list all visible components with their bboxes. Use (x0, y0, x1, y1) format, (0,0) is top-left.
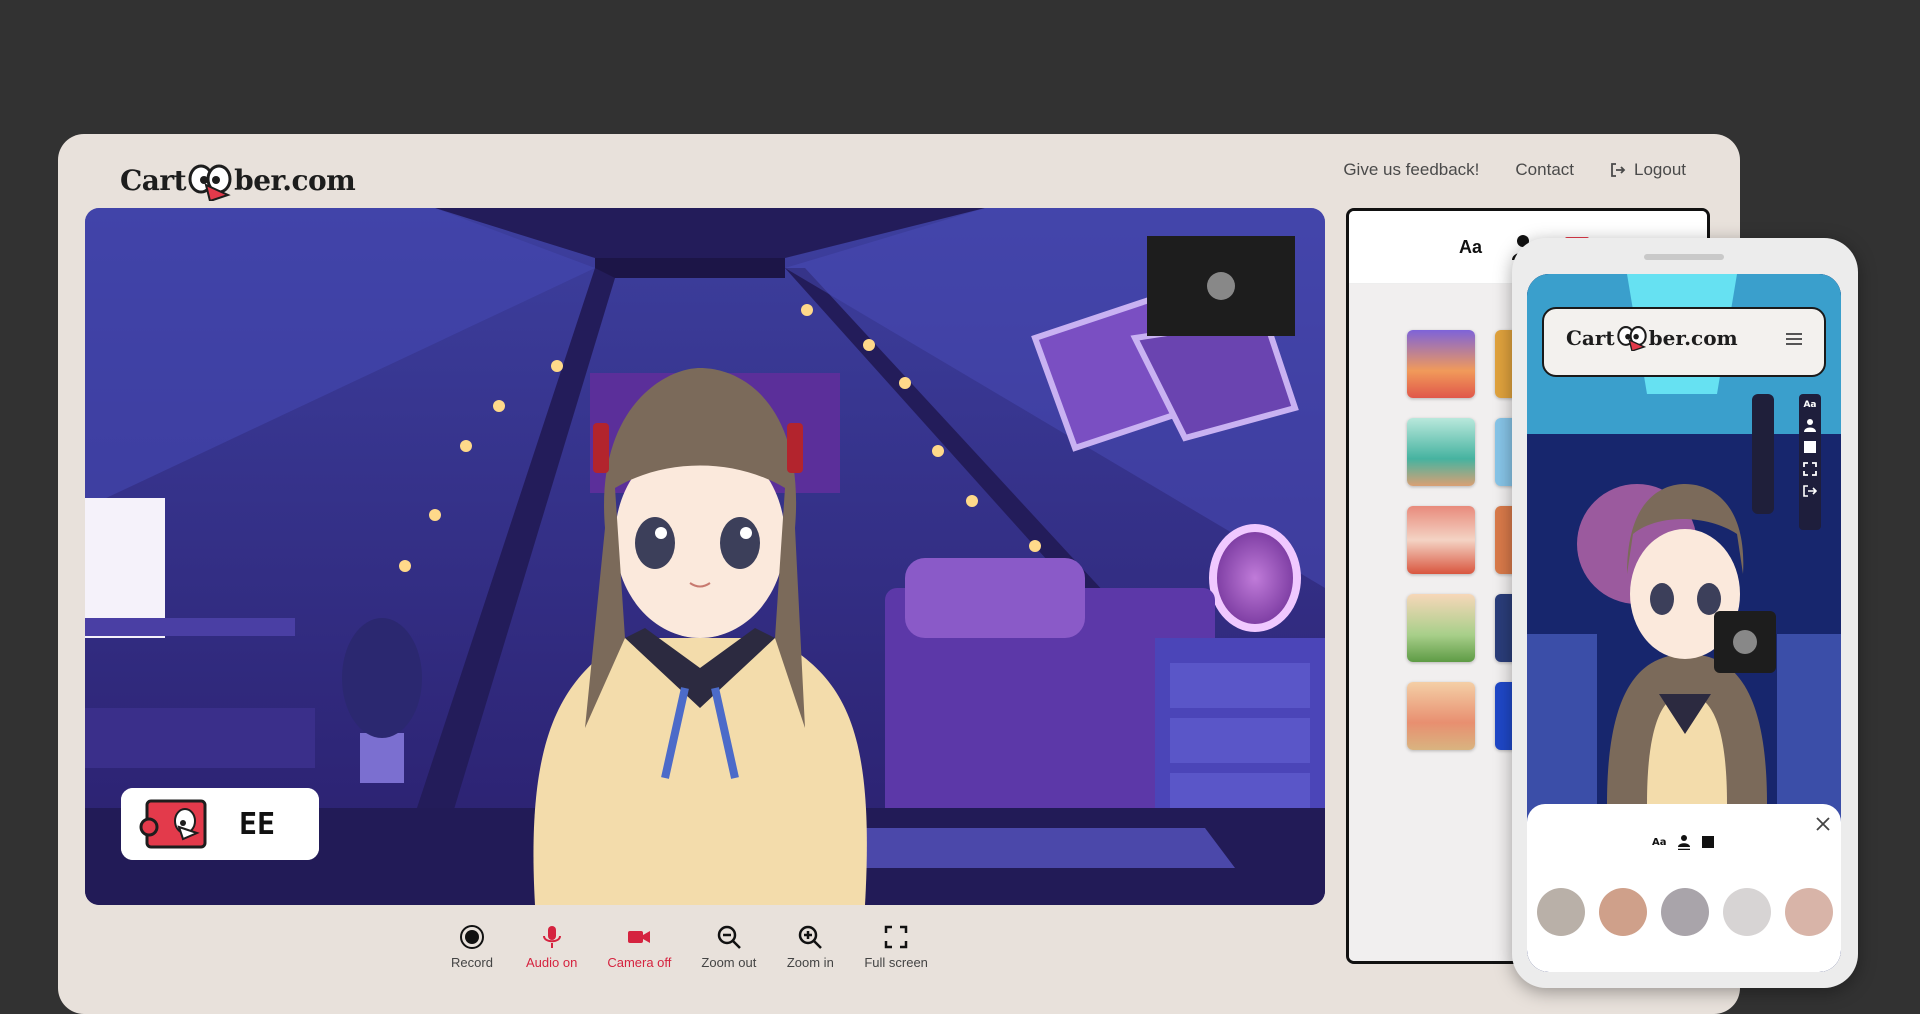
zoom-in-icon (799, 925, 823, 949)
phone-avatar-list (1537, 888, 1833, 936)
mascot-badge-icon (139, 799, 207, 849)
avatar-option[interactable] (1537, 888, 1585, 936)
phone-side-toolbar: Aa (1799, 394, 1821, 530)
phone-speaker (1644, 254, 1724, 260)
logout-label: Logout (1634, 160, 1686, 179)
feedback-link[interactable]: Give us feedback! (1343, 160, 1479, 180)
record-icon (460, 925, 484, 949)
logout-link[interactable]: Logout (1610, 160, 1686, 180)
control-bar: Record Audio on Camera off Zoom out Zoom… (448, 924, 928, 970)
fullscreen-icon (884, 925, 908, 949)
camera-label: Camera off (607, 955, 672, 970)
camera-toggle-button[interactable]: Camera off (607, 924, 671, 970)
logo-mascot-icon (186, 163, 234, 203)
top-nav: Give us feedback! Contact Logout (1343, 160, 1686, 180)
caption-text: EE (239, 806, 276, 842)
phone-side-fullscreen-icon[interactable] (1803, 462, 1817, 476)
tab-text[interactable]: Aa (1459, 237, 1482, 258)
thumbnail-sunset[interactable] (1407, 330, 1475, 398)
zoom-in-button[interactable]: Zoom in (786, 924, 834, 970)
phone-bottom-sheet: Aa (1527, 804, 1841, 972)
phone-sheet-tab-person-icon[interactable] (1677, 834, 1691, 850)
app-window: Cart ber.com Give us feedback! Contact L… (58, 134, 1740, 1014)
avatar-option[interactable] (1723, 888, 1771, 936)
phone-side-image-icon[interactable] (1803, 440, 1817, 454)
phone-logo-prefix: Cart (1566, 326, 1615, 350)
zoom-in-label: Zoom in (786, 955, 834, 970)
thumbnail-meadow[interactable] (1407, 594, 1475, 662)
thumbnail-kids-room[interactable] (1407, 682, 1475, 750)
phone-logo-mascot-icon (1616, 326, 1647, 351)
zoom-out-label: Zoom out (701, 955, 757, 970)
audio-label: Audio on (526, 955, 578, 970)
avatar-stage[interactable]: EE (85, 208, 1325, 905)
avatar-option[interactable] (1785, 888, 1833, 936)
fullscreen-label: Full screen (864, 955, 928, 970)
avatar-option[interactable] (1599, 888, 1647, 936)
phone-side-logout-icon[interactable] (1803, 484, 1817, 498)
phone-sheet-tab-image-icon[interactable] (1701, 835, 1715, 849)
avatar-option[interactable] (1661, 888, 1709, 936)
contact-link[interactable]: Contact (1515, 160, 1574, 180)
phone-header: Cart ber.com (1542, 307, 1826, 377)
phone-side-person-icon[interactable] (1803, 418, 1817, 432)
close-icon[interactable] (1815, 816, 1831, 832)
caption-overlay: EE (121, 788, 319, 860)
record-button[interactable]: Record (448, 924, 496, 970)
logout-icon (1611, 163, 1626, 177)
microphone-icon (542, 926, 561, 948)
phone-screen: Cart ber.com Aa Aa (1527, 274, 1841, 972)
logo-text-suffix: ber.com (234, 163, 356, 197)
fullscreen-button[interactable]: Full screen (864, 924, 928, 970)
camera-icon (628, 931, 651, 943)
thumbnail-classroom[interactable] (1407, 506, 1475, 574)
logo[interactable]: Cart ber.com (120, 152, 356, 208)
zoom-out-button[interactable]: Zoom out (701, 924, 756, 970)
phone-logo-suffix: ber.com (1648, 326, 1738, 350)
audio-toggle-button[interactable]: Audio on (526, 924, 577, 970)
phone-sheet-tab-text[interactable]: Aa (1652, 837, 1667, 848)
hamburger-menu-icon[interactable] (1784, 331, 1804, 347)
record-label: Record (451, 955, 493, 970)
phone-logo[interactable]: Cart ber.com (1566, 325, 1738, 351)
logo-text-prefix: Cart (120, 163, 187, 197)
thumbnail-classroom-board[interactable] (1407, 418, 1475, 486)
zoom-out-icon (717, 925, 741, 949)
phone-side-text-icon[interactable]: Aa (1803, 400, 1816, 410)
phone-mockup: Cart ber.com Aa Aa (1512, 238, 1858, 988)
phone-sheet-tabs: Aa (1652, 834, 1715, 850)
